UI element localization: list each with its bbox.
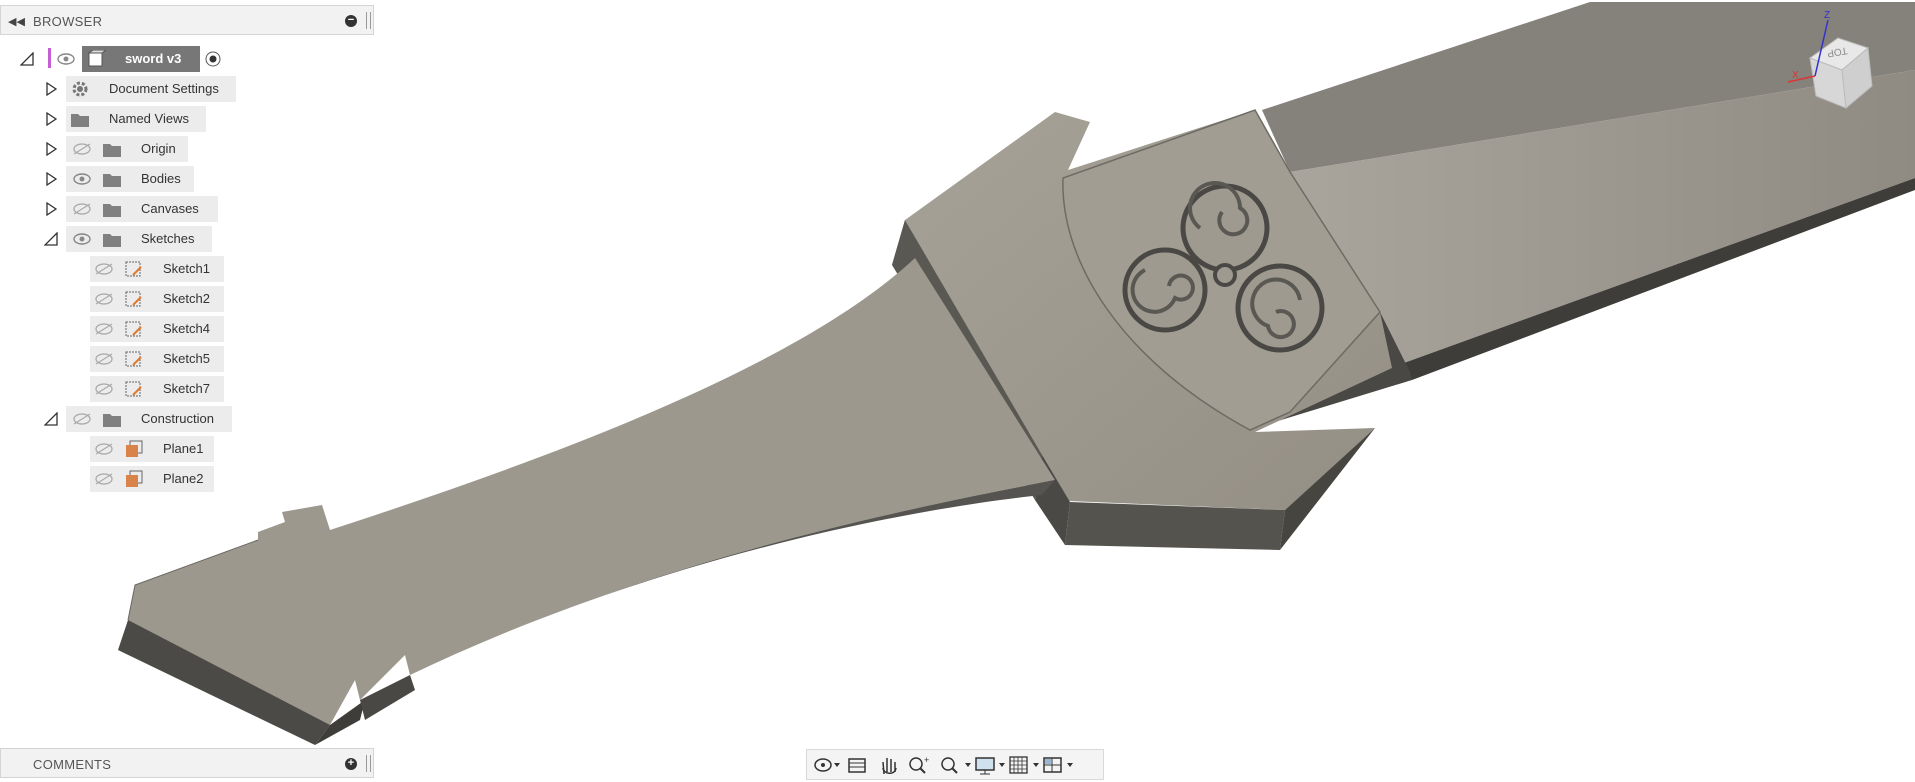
tree-item-label: Plane2 bbox=[163, 471, 204, 486]
eye-hidden-icon[interactable] bbox=[94, 442, 114, 456]
zoom-icon[interactable] bbox=[937, 754, 965, 776]
folder-icon bbox=[103, 234, 121, 247]
collapsed-triangle-icon[interactable] bbox=[44, 172, 58, 186]
eye-icon[interactable] bbox=[72, 172, 92, 186]
sketch-icon bbox=[125, 381, 142, 397]
tree-item-label: Sketch2 bbox=[163, 291, 210, 306]
activate-radio-icon[interactable] bbox=[205, 51, 221, 67]
sketch-icon bbox=[125, 261, 142, 277]
tree-item-label: Bodies bbox=[141, 171, 181, 186]
collapse-panel-icon[interactable]: ◀◀ bbox=[8, 15, 25, 28]
browser-header: ◀◀ BROWSER − bbox=[0, 5, 374, 35]
comments-panel[interactable]: COMMENTS + bbox=[0, 748, 374, 778]
panel-resize-handle[interactable] bbox=[366, 12, 371, 29]
tree-item-label: Canvases bbox=[141, 201, 199, 216]
minimize-panel-icon[interactable]: − bbox=[345, 15, 357, 27]
tree-item-label: Plane1 bbox=[163, 441, 204, 456]
tree-item-label: Construction bbox=[141, 411, 214, 426]
eye-hidden-icon[interactable] bbox=[94, 262, 114, 276]
panel-resize-handle[interactable] bbox=[366, 755, 371, 772]
tree-item-origin[interactable]: Origin bbox=[0, 135, 240, 163]
add-comment-icon[interactable]: + bbox=[345, 758, 357, 770]
tree-item-sketches[interactable]: Sketches bbox=[0, 225, 240, 253]
tree-item-construction[interactable]: Construction bbox=[0, 405, 240, 433]
orbit-dropdown-caret[interactable] bbox=[834, 763, 840, 767]
tree-item-label: Sketch7 bbox=[163, 381, 210, 396]
eye-hidden-icon[interactable] bbox=[72, 142, 92, 156]
tree-item-label: Origin bbox=[141, 141, 176, 156]
viewports-icon[interactable] bbox=[1039, 754, 1067, 776]
tree-item-plane2[interactable]: Plane2 bbox=[0, 465, 240, 493]
eye-icon[interactable] bbox=[72, 232, 92, 246]
collapsed-triangle-icon[interactable] bbox=[44, 112, 58, 126]
eye-hidden-icon[interactable] bbox=[94, 472, 114, 486]
tree-item-label: Sketch5 bbox=[163, 351, 210, 366]
navigation-toolbar: + bbox=[806, 749, 1104, 780]
tree-item-root[interactable]: sword v3 bbox=[0, 45, 240, 73]
active-marker bbox=[48, 48, 51, 68]
view-cube[interactable]: TOP X Z bbox=[1780, 8, 1900, 118]
folder-icon bbox=[103, 144, 121, 157]
x-axis-label: X bbox=[1792, 70, 1799, 81]
grid-icon[interactable] bbox=[1005, 754, 1033, 776]
collapsed-triangle-icon[interactable] bbox=[44, 82, 58, 96]
sketch-icon bbox=[125, 291, 142, 307]
eye-hidden-icon[interactable] bbox=[94, 322, 114, 336]
tree-item-sketch1[interactable]: Sketch1 bbox=[0, 255, 240, 283]
tree-item-label: Named Views bbox=[109, 111, 189, 126]
eye-hidden-icon[interactable] bbox=[94, 352, 114, 366]
eye-hidden-icon[interactable] bbox=[94, 292, 114, 306]
eye-hidden-icon[interactable] bbox=[72, 412, 92, 426]
folder-icon bbox=[103, 174, 121, 187]
tree-item-label: Sketches bbox=[141, 231, 195, 246]
tree-item-document-settings[interactable]: Document Settings bbox=[0, 75, 240, 103]
look-at-icon[interactable] bbox=[843, 754, 871, 776]
tree-item-label: Document Settings bbox=[109, 81, 219, 96]
sketch-icon bbox=[125, 321, 142, 337]
svg-text:+: + bbox=[924, 755, 929, 765]
tree-item-named-views[interactable]: Named Views bbox=[0, 105, 240, 133]
folder-icon bbox=[71, 114, 89, 127]
tree-item-plane1[interactable]: Plane1 bbox=[0, 435, 240, 463]
tree-item-canvases[interactable]: Canvases bbox=[0, 195, 240, 223]
expanded-triangle-icon[interactable] bbox=[44, 412, 58, 426]
sketch-icon bbox=[125, 351, 142, 367]
expanded-triangle-icon[interactable] bbox=[20, 52, 34, 66]
tree-item-label: Sketch1 bbox=[163, 261, 210, 276]
z-axis-label: Z bbox=[1824, 10, 1831, 21]
tree-item-sketch4[interactable]: Sketch4 bbox=[0, 315, 240, 343]
display-settings-icon[interactable] bbox=[971, 754, 999, 776]
tree-item-label: sword v3 bbox=[125, 51, 182, 66]
plane-icon bbox=[126, 470, 143, 487]
folder-icon bbox=[103, 414, 121, 427]
tree-item-sketch2[interactable]: Sketch2 bbox=[0, 285, 240, 313]
eye-icon[interactable] bbox=[56, 52, 76, 66]
zoom-window-icon[interactable]: + bbox=[905, 754, 933, 776]
expanded-triangle-icon[interactable] bbox=[44, 232, 58, 246]
plane-icon bbox=[126, 440, 143, 457]
tree-item-sketch7[interactable]: Sketch7 bbox=[0, 375, 240, 403]
gear-icon bbox=[72, 81, 88, 97]
collapsed-triangle-icon[interactable] bbox=[44, 142, 58, 156]
eye-hidden-icon[interactable] bbox=[94, 382, 114, 396]
viewports-dropdown-caret[interactable] bbox=[1067, 763, 1073, 767]
tree-item-sketch5[interactable]: Sketch5 bbox=[0, 345, 240, 373]
eye-hidden-icon[interactable] bbox=[72, 202, 92, 216]
browser-panel: ◀◀ BROWSER − sword v3 Document Settings … bbox=[0, 5, 376, 501]
collapsed-triangle-icon[interactable] bbox=[44, 202, 58, 216]
comments-title: COMMENTS bbox=[33, 757, 112, 772]
pan-icon[interactable] bbox=[875, 754, 903, 776]
component-icon bbox=[87, 50, 106, 67]
browser-title: BROWSER bbox=[33, 14, 103, 29]
tree-item-label: Sketch4 bbox=[163, 321, 210, 336]
folder-icon bbox=[103, 204, 121, 217]
tree-item-bodies[interactable]: Bodies bbox=[0, 165, 240, 193]
